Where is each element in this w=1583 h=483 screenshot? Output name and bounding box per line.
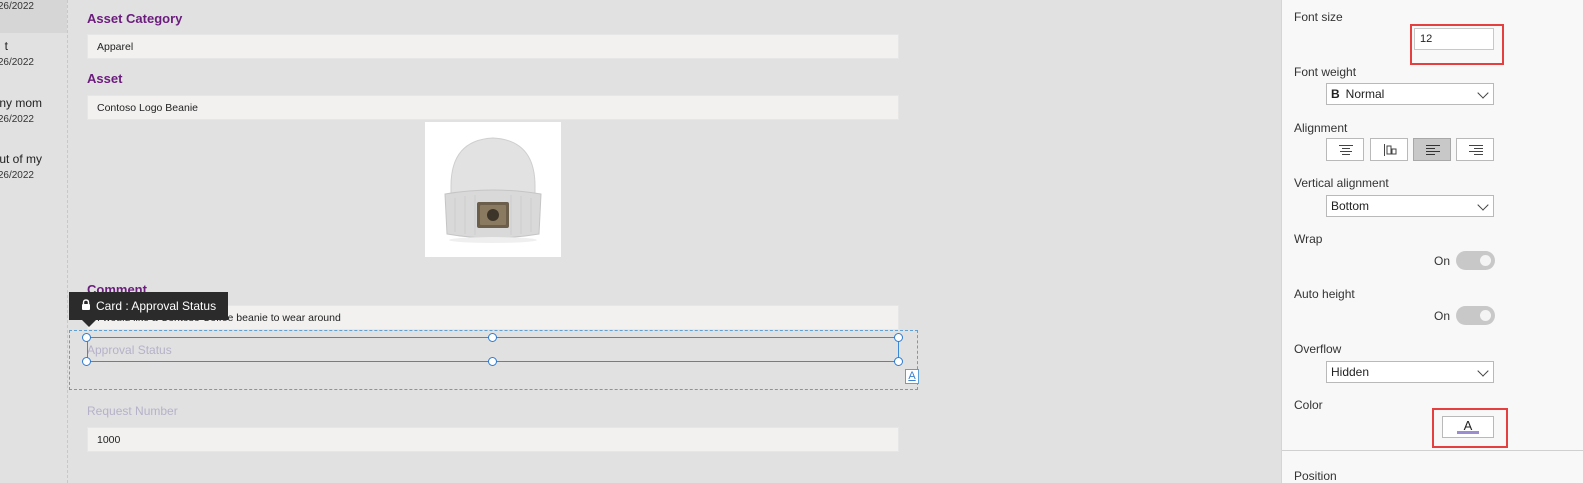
resize-handle[interactable] [488, 357, 497, 366]
gallery-item-title: ny mom [0, 96, 42, 110]
resize-handle[interactable] [894, 357, 903, 366]
gallery-item[interactable]: t 26/2022 [0, 35, 67, 75]
gallery-item[interactable]: ny mom 26/2022 [0, 92, 67, 132]
gallery-item-date: 26/2022 [0, 114, 34, 125]
chevron-down-icon [1471, 362, 1493, 382]
font-weight-value: Normal [1345, 87, 1385, 101]
vertical-alignment-label: Vertical alignment [1294, 176, 1389, 190]
asset-field[interactable]: Contoso Logo Beanie [87, 95, 899, 120]
section-divider [1282, 450, 1583, 451]
bold-icon: B [1331, 87, 1340, 101]
wrap-label: Wrap [1294, 232, 1323, 246]
vertical-alignment-dropdown[interactable]: Bottom [1326, 195, 1494, 217]
asset-label: Asset [87, 71, 123, 86]
card-tooltip: Card : Approval Status [69, 292, 229, 327]
chevron-down-icon [1471, 84, 1493, 104]
overflow-dropdown[interactable]: Hidden [1326, 361, 1494, 383]
chevron-down-icon [1471, 196, 1493, 216]
gallery-item-title: t [4, 39, 8, 53]
align-center-icon [1339, 145, 1353, 155]
wrap-toggle[interactable] [1456, 251, 1495, 270]
beanie-image[interactable] [425, 122, 561, 257]
align-justify-button[interactable] [1370, 138, 1408, 161]
lock-icon [82, 299, 90, 310]
resize-handle[interactable] [82, 333, 91, 342]
align-right-button[interactable] [1456, 138, 1494, 161]
font-weight-label: Font weight [1294, 65, 1357, 79]
form-canvas: Asset Category Apparel Asset Contoso Log… [69, 0, 919, 483]
align-left-icon [1426, 145, 1440, 155]
gallery-item-title: out of my [0, 152, 42, 166]
align-right-icon [1469, 145, 1483, 155]
overflow-label: Overflow [1294, 342, 1342, 356]
highlight-box [1410, 24, 1504, 65]
font-weight-dropdown[interactable]: B Normal [1326, 83, 1494, 105]
position-label: Position [1294, 469, 1337, 483]
resize-handle[interactable] [82, 357, 91, 366]
auto-height-label: Auto height [1294, 287, 1355, 301]
auto-height-state: On [1434, 309, 1451, 323]
text-control-badge[interactable]: A [905, 369, 919, 384]
tooltip-text: Card : Approval Status [96, 299, 217, 313]
highlight-box [1432, 408, 1508, 448]
gallery-item-date: 26/2022 [0, 170, 34, 181]
gallery-item-date: 26/2022 [0, 57, 34, 68]
gallery-item[interactable]: 26/2022 [0, 0, 67, 33]
auto-height-toggle[interactable] [1456, 306, 1495, 325]
asset-category-field[interactable]: Apparel [87, 34, 899, 59]
request-number-field[interactable]: 1000 [87, 427, 899, 452]
wrap-state: On [1434, 254, 1451, 268]
vertical-alignment-value: Bottom [1331, 199, 1370, 213]
asset-category-label: Asset Category [87, 11, 183, 26]
beanie-icon [444, 137, 542, 243]
gallery-item[interactable]: out of my 26/2022 [0, 148, 67, 188]
align-center-button[interactable] [1326, 138, 1364, 161]
gallery-list[interactable]: 26/2022 t 26/2022 ny mom 26/2022 out of … [0, 0, 68, 483]
properties-pane: Font size 12 Font weight B Normal Alignme… [1281, 0, 1583, 483]
resize-handle[interactable] [894, 333, 903, 342]
font-size-label: Font size [1294, 10, 1343, 24]
overflow-value: Hidden [1331, 365, 1370, 379]
resize-handle[interactable] [488, 333, 497, 342]
alignment-label: Alignment [1294, 121, 1348, 135]
align-bottom-icon [1384, 144, 1397, 156]
color-label: Color [1294, 398, 1323, 412]
gallery-item-date: 26/2022 [0, 1, 34, 12]
tooltip-caret [82, 320, 96, 327]
request-number-label: Request Number [87, 404, 178, 418]
align-left-button[interactable] [1413, 138, 1451, 161]
